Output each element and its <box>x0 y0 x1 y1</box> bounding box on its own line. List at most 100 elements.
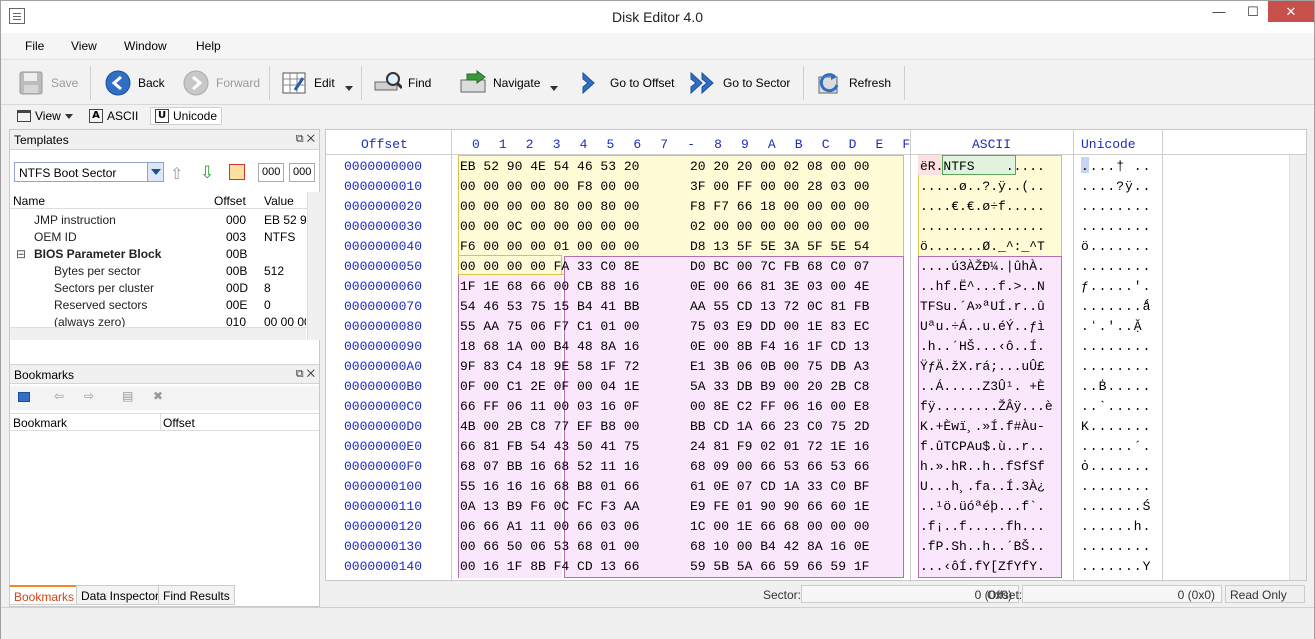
hex-bytes-low[interactable]: 06 66 A1 11 00 66 03 06 <box>460 519 639 534</box>
ascii-text[interactable]: .....ø..?.ÿ..(.. <box>920 179 1045 194</box>
ascii-toggle[interactable]: A ASCII <box>85 107 142 125</box>
collapse-icon[interactable]: ⊟ <box>16 247 26 261</box>
chevron-down-icon[interactable] <box>147 163 163 181</box>
hex-bytes-high[interactable]: 5A 33 DB B9 00 20 2B C8 <box>690 379 869 394</box>
template-select[interactable]: NTFS Boot Sector <box>14 162 164 182</box>
ascii-text[interactable]: ëR.NTFS ..... <box>920 159 1045 174</box>
hex-bytes-low[interactable]: 68 07 BB 16 68 52 11 16 <box>460 459 639 474</box>
hex-bytes-low[interactable]: 54 46 53 75 15 B4 41 BB <box>460 299 639 314</box>
hex-scrollbar[interactable] <box>1289 155 1306 580</box>
menu-window[interactable]: Window <box>124 39 167 53</box>
ascii-text[interactable]: TFSu.´A»ªUÍ.r..û <box>920 299 1045 314</box>
hex-row[interactable]: 00000000D0 4B 00 2B C8 77 EF B8 00 BB CD 1… <box>326 416 1306 436</box>
template-row[interactable]: Sectors per cluster 00D 8 <box>10 279 306 296</box>
hex-row[interactable]: 0000000140 00 16 1F 8B F4 CD 13 66 59 5B 5… <box>326 556 1306 576</box>
hex-bytes-low[interactable]: 00 00 00 00 80 00 80 00 <box>460 199 639 214</box>
hex-bytes-high[interactable]: 61 0E 07 CD 1A 33 C0 BF <box>690 479 869 494</box>
pin-close-icon[interactable]: ⧉ ✕ <box>296 368 315 381</box>
ascii-text[interactable]: fÿ........ŽÂÿ...è <box>920 399 1053 414</box>
forward-button[interactable]: Forward <box>182 66 260 100</box>
hex-bytes-high[interactable]: D8 13 5F 5E 3A 5F 5E 54 <box>690 239 869 254</box>
unicode-text[interactable]: ....?ÿ.. <box>1081 179 1151 194</box>
menu-file[interactable]: File <box>25 39 44 53</box>
unicode-text[interactable]: ƒ.....'. <box>1081 279 1151 294</box>
hex-row[interactable]: 00000000B0 0F 00 C1 2E 0F 00 04 1E 5A 33 D… <box>326 376 1306 396</box>
hex-bytes-low[interactable]: 66 FF 06 11 00 03 16 0F <box>460 399 639 414</box>
hex-row[interactable]: 0000000080 55 AA 75 06 F7 C1 01 00 75 03 E… <box>326 316 1306 336</box>
unicode-text[interactable]: ........ <box>1081 539 1151 554</box>
hex-row[interactable]: 0000000030 00 00 0C 00 00 00 00 00 02 00 0… <box>326 216 1306 236</box>
hex-bytes-low[interactable]: 1F 1E 68 66 00 CB 88 16 <box>460 279 639 294</box>
hex-bytes-high[interactable]: 0E 00 66 81 3E 03 00 4E <box>690 279 869 294</box>
hex-bytes-low[interactable]: 55 AA 75 06 F7 C1 01 00 <box>460 319 639 334</box>
ascii-text[interactable]: ....€.€.ø÷f..... <box>920 199 1045 214</box>
hex-bytes-high[interactable]: 59 5B 5A 66 59 66 59 1F <box>690 559 869 574</box>
hex-bytes-low[interactable]: 00 66 50 06 53 68 01 00 <box>460 539 639 554</box>
hex-bytes-high[interactable]: AA 55 CD 13 72 0C 81 FB <box>690 299 869 314</box>
ascii-text[interactable]: ................ <box>920 219 1045 234</box>
unicode-text[interactable]: ....† .. <box>1081 159 1151 174</box>
unicode-text[interactable]: ..Ḃ..... <box>1081 379 1151 394</box>
unicode-text[interactable]: ........ <box>1081 259 1151 274</box>
go-to-offset-button[interactable]: Go to Offset <box>576 66 674 100</box>
hex-row[interactable]: 0000000130 00 66 50 06 53 68 01 00 68 10 0… <box>326 536 1306 556</box>
ascii-text[interactable]: .h..´HŠ...‹ô..Í. <box>920 339 1045 354</box>
template-row[interactable]: Bytes per sector 00B 512 <box>10 262 306 279</box>
ascii-text[interactable]: ..Á.....Z3Û¹. +È <box>920 379 1045 394</box>
ascii-text[interactable]: h.».hR..h..fSfSf <box>920 459 1045 474</box>
hex-row[interactable]: 0000000010 00 00 00 00 00 F8 00 00 3F 00 F… <box>326 176 1306 196</box>
hex-row[interactable]: 0000000000 EB 52 90 4E 54 46 53 20 20 20 2… <box>326 156 1306 176</box>
hex-bytes-high[interactable]: 00 8E C2 FF 06 16 00 E8 <box>690 399 869 414</box>
template-hscrollbar[interactable] <box>10 327 306 340</box>
unicode-text[interactable]: ö....... <box>1081 239 1151 254</box>
arrow-down-icon[interactable]: ⇩ <box>200 163 214 183</box>
unicode-text[interactable]: ὀ....... <box>1081 459 1151 474</box>
hex-view[interactable]: Offset 01234567-89ABCDEF ASCII Unicode 0… <box>325 129 1307 582</box>
hex-bytes-high[interactable]: 3F 00 FF 00 00 28 03 00 <box>690 179 869 194</box>
hex-bytes-low[interactable]: 9F 83 C4 18 9E 58 1F 72 <box>460 359 639 374</box>
view-dropdown[interactable]: View <box>13 107 77 125</box>
template-row[interactable]: JMP instruction 000 EB 52 90 <box>10 211 306 228</box>
unicode-text[interactable]: K....... <box>1081 419 1151 434</box>
unicode-text[interactable]: ........ <box>1081 479 1151 494</box>
go-to-sector-button[interactable]: Go to Sector <box>689 66 790 100</box>
unicode-text[interactable]: ......h. <box>1081 519 1151 534</box>
hex-bytes-low[interactable]: 18 68 1A 00 B4 48 8A 16 <box>460 339 639 354</box>
hex-bytes-low[interactable]: 00 00 00 00 00 F8 00 00 <box>460 179 639 194</box>
save-button[interactable]: Save <box>17 66 78 100</box>
unicode-text[interactable]: .......ǻ <box>1081 299 1151 314</box>
hex-bytes-low[interactable]: 66 81 FB 54 43 50 41 75 <box>460 439 639 454</box>
template-row[interactable]: OEM ID 003 NTFS <box>10 228 306 245</box>
hex-row[interactable]: 0000000040 F6 00 00 00 01 00 00 00 D8 13 5… <box>326 236 1306 256</box>
ascii-text[interactable]: ..hf.Ë^...f.>..N <box>920 279 1045 294</box>
hex-row[interactable]: 00000000C0 66 FF 06 11 00 03 16 0F 00 8E C… <box>326 396 1306 416</box>
template-scrollbar[interactable] <box>307 192 320 340</box>
unicode-text[interactable]: ........ <box>1081 199 1151 214</box>
hex-row[interactable]: 00000000E0 66 81 FB 54 43 50 41 75 24 81 F… <box>326 436 1306 456</box>
ascii-text[interactable]: ..¹ö.üóªéþ...f`. <box>920 499 1045 514</box>
bookmark-add-icon[interactable] <box>18 392 30 402</box>
hex-bytes-low[interactable]: 0F 00 C1 2E 0F 00 04 1E <box>460 379 639 394</box>
hex-row[interactable]: 0000000100 55 16 16 16 68 B8 01 66 61 0E 0… <box>326 476 1306 496</box>
col-bookmark[interactable]: Bookmark <box>13 416 67 430</box>
bookmark-edit-icon[interactable]: ▤ <box>122 389 133 403</box>
hex-bytes-high[interactable]: D0 BC 00 7C FB 68 C0 07 <box>690 259 869 274</box>
hex-bytes-high[interactable]: 68 09 00 66 53 66 53 66 <box>690 459 869 474</box>
ascii-text[interactable]: f.ûTCPAu$.ù..r.. <box>920 439 1045 454</box>
template-offset-box-2[interactable]: 000 <box>289 163 316 182</box>
template-row[interactable]: ⊟ BIOS Parameter Block 00B <box>10 245 306 262</box>
hex-bytes-low[interactable]: 0A 13 B9 F6 0C FC F3 AA <box>460 499 639 514</box>
hex-row[interactable]: 00000000F0 68 07 BB 16 68 52 11 16 68 09 0… <box>326 456 1306 476</box>
hex-row[interactable]: 0000000110 0A 13 B9 F6 0C FC F3 AA E9 FE 0… <box>326 496 1306 516</box>
menu-help[interactable]: Help <box>196 39 221 53</box>
unicode-text[interactable]: ........ <box>1081 219 1151 234</box>
hex-bytes-high[interactable]: 24 81 F9 02 01 72 1E 16 <box>690 439 869 454</box>
hex-bytes-high[interactable]: 20 20 20 00 02 08 00 00 <box>690 159 869 174</box>
hex-row[interactable]: 0000000020 00 00 00 00 80 00 80 00 F8 F7 6… <box>326 196 1306 216</box>
ascii-text[interactable]: .f¡..f.....fh... <box>920 519 1045 534</box>
ascii-text[interactable]: ...‹ôÍ.fY[ZfYfY. <box>920 559 1045 574</box>
hex-row[interactable]: 0000000070 54 46 53 75 15 B4 41 BB AA 55 C… <box>326 296 1306 316</box>
ascii-text[interactable]: ö.......Ø._^:_^T <box>920 239 1045 254</box>
hex-bytes-low[interactable]: 00 16 1F 8B F4 CD 13 66 <box>460 559 639 574</box>
col-value[interactable]: Value <box>264 194 294 208</box>
